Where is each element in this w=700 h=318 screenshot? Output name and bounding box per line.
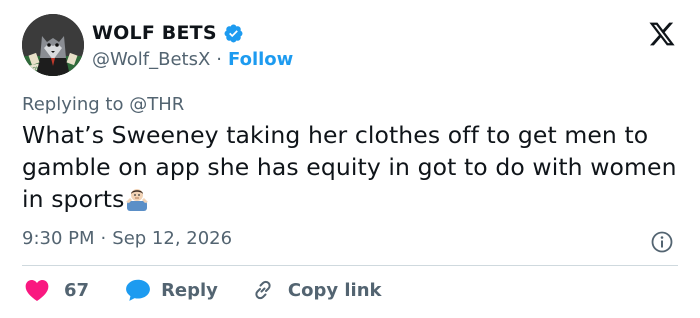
separator-dot: · [100, 228, 107, 249]
user-avatar[interactable]: POKER [22, 14, 84, 76]
tweet-text: What’s Sweeney taking her clothes off to… [22, 119, 682, 215]
user-handle[interactable]: @Wolf_BetsX [92, 49, 210, 70]
replying-to: Replying to @THR [22, 94, 184, 115]
action-bar: 67 Reply Copy link [24, 276, 382, 304]
separator-dot: · [216, 49, 223, 70]
tweet-card: POKER WOLF BETS @Wolf_BetsX · Follow [0, 0, 700, 318]
like-button[interactable]: 67 [24, 278, 89, 302]
replying-to-prefix: Replying to [22, 94, 130, 115]
info-icon[interactable] [650, 230, 674, 254]
name-row: WOLF BETS [92, 20, 244, 46]
follow-button[interactable]: Follow [228, 49, 293, 70]
speech-bubble-icon [125, 278, 151, 302]
man-shrugging-emoji-icon [124, 185, 150, 211]
x-logo-icon[interactable] [648, 20, 676, 48]
reply-label: Reply [161, 279, 218, 301]
heart-icon [24, 278, 50, 302]
tweet-body: What’s Sweeney taking her clothes off to… [22, 121, 677, 213]
tweet-date: Sep 12, 2026 [112, 228, 233, 249]
like-count: 67 [64, 279, 90, 301]
handle-row: @Wolf_BetsX · Follow [92, 49, 293, 70]
link-icon [250, 278, 276, 302]
wolf-avatar-icon: POKER [22, 14, 84, 76]
copy-link-label: Copy link [287, 279, 382, 301]
replying-to-handle[interactable]: @THR [129, 94, 184, 115]
verified-badge-icon [223, 23, 244, 44]
copy-link-button[interactable]: Copy link [250, 278, 382, 302]
display-name[interactable]: WOLF BETS [92, 22, 217, 44]
timestamp[interactable]: 9:30 PM · Sep 12, 2026 [22, 228, 232, 249]
reply-button[interactable]: Reply [125, 278, 218, 302]
divider [22, 265, 678, 266]
tweet-time: 9:30 PM [22, 228, 95, 249]
